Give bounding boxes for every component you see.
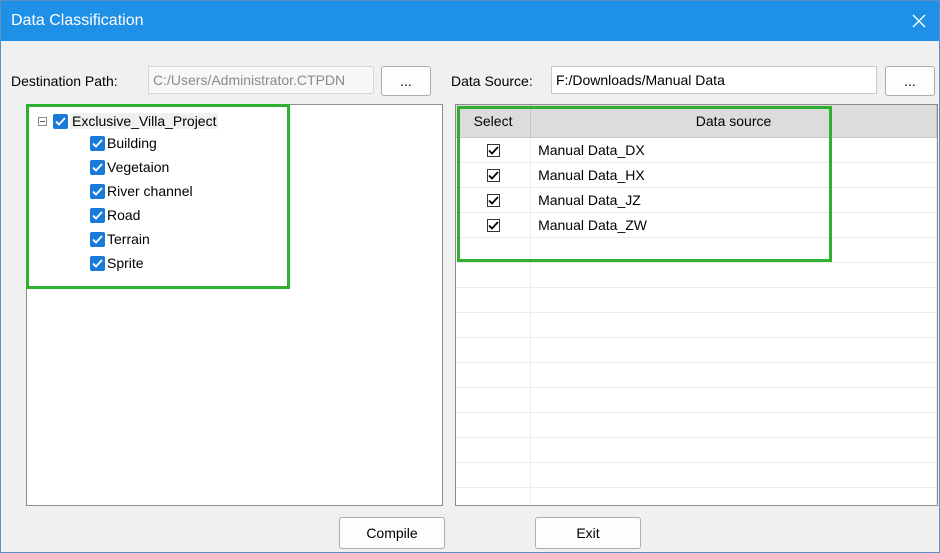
data-source-cell: Manual Data_DX — [530, 137, 937, 163]
select-cell[interactable] — [456, 187, 532, 213]
empty-cell — [530, 362, 937, 388]
empty-cell — [530, 412, 937, 438]
row-checkbox[interactable] — [486, 144, 500, 157]
collapse-icon[interactable] — [38, 116, 47, 126]
destination-path-label: Destination Path: — [11, 73, 118, 89]
compile-button[interactable]: Compile — [339, 517, 445, 549]
empty-cell — [530, 487, 937, 505]
empty-cell — [530, 387, 937, 413]
column-header-data-source[interactable]: Data source — [530, 105, 937, 138]
empty-cell — [530, 237, 937, 263]
tree-item[interactable]: Sprite — [90, 252, 144, 274]
data-source-cell: Manual Data_ZW — [530, 212, 937, 238]
checkbox-icon[interactable] — [90, 183, 105, 199]
tree-item[interactable]: Terrain — [90, 228, 150, 250]
close-icon — [912, 14, 926, 28]
layer-tree-panel[interactable]: Exclusive_Villa_Project Building Vegetaio… — [26, 104, 443, 506]
data-source-table-panel[interactable]: Select Data source Manual Data_DX Manual … — [455, 104, 938, 506]
select-cell[interactable] — [456, 212, 532, 238]
checkbox-icon[interactable] — [90, 159, 105, 175]
tree-item[interactable]: Vegetaion — [90, 156, 169, 178]
data-source-label: Data Source: — [451, 73, 533, 89]
empty-cell — [530, 462, 937, 488]
table-row — [456, 312, 937, 338]
data-source-table: Select Data source Manual Data_DX Manual … — [456, 105, 937, 505]
dialog-window: Data Classification Destination Path: C:… — [0, 0, 940, 553]
table-row — [456, 487, 937, 505]
table-row — [456, 287, 937, 313]
empty-cell — [456, 362, 532, 388]
tree-item[interactable]: River channel — [90, 180, 193, 202]
table-row — [456, 262, 937, 288]
tree-item-label: Building — [107, 135, 157, 151]
row-checkbox[interactable] — [486, 194, 500, 207]
empty-cell — [530, 262, 937, 288]
data-source-field[interactable]: F:/Downloads/Manual Data — [551, 66, 877, 94]
empty-cell — [456, 437, 532, 463]
destination-browse-button[interactable]: ... — [381, 66, 431, 96]
empty-cell — [456, 262, 532, 288]
column-header-select[interactable]: Select — [456, 105, 532, 138]
table-row[interactable]: Manual Data_JZ — [456, 187, 937, 213]
checkbox-icon[interactable] — [90, 135, 105, 151]
empty-cell — [456, 462, 532, 488]
tree-item[interactable]: Road — [90, 204, 140, 226]
select-cell[interactable] — [456, 137, 532, 163]
tree-item-label: Vegetaion — [107, 159, 170, 175]
row-checkbox[interactable] — [486, 219, 500, 232]
tree-root-label: Exclusive_Villa_Project — [70, 113, 219, 129]
empty-cell — [456, 312, 532, 338]
table-row — [456, 337, 937, 363]
tree-item-label: Sprite — [107, 255, 144, 271]
data-source-browse-button[interactable]: ... — [885, 66, 935, 96]
empty-cell — [530, 437, 937, 463]
table-row — [456, 237, 937, 263]
table-row[interactable]: Manual Data_ZW — [456, 212, 937, 238]
tree-item-label: Road — [107, 207, 141, 223]
table-row — [456, 462, 937, 488]
checkbox-icon[interactable] — [90, 255, 105, 271]
checkbox-icon[interactable] — [90, 231, 105, 247]
tree-item-label: River channel — [107, 183, 193, 199]
destination-path-field[interactable]: C:/Users/Administrator.CTPDN — [148, 66, 374, 94]
table-row[interactable]: Manual Data_HX — [456, 162, 937, 188]
close-button[interactable] — [899, 1, 939, 41]
data-source-cell: Manual Data_HX — [530, 162, 937, 188]
empty-cell — [530, 287, 937, 313]
empty-cell — [456, 287, 532, 313]
empty-cell — [456, 387, 532, 413]
table-row — [456, 437, 937, 463]
empty-cell — [456, 487, 532, 505]
title-bar[interactable]: Data Classification — [1, 1, 939, 41]
data-source-cell: Manual Data_JZ — [530, 187, 937, 213]
table-row — [456, 362, 937, 388]
empty-cell — [530, 312, 937, 338]
tree-item[interactable]: Building — [90, 132, 157, 154]
empty-cell — [456, 237, 532, 263]
select-cell[interactable] — [456, 162, 532, 188]
window-title: Data Classification — [11, 12, 144, 29]
empty-cell — [530, 337, 937, 363]
row-checkbox[interactable] — [486, 169, 500, 182]
exit-button[interactable]: Exit — [535, 517, 641, 549]
checkbox-icon[interactable] — [53, 113, 68, 129]
checkbox-icon[interactable] — [90, 207, 105, 223]
table-body: Manual Data_DX Manual Data_HX Manual Data_… — [456, 137, 937, 505]
table-row[interactable]: Manual Data_DX — [456, 137, 937, 163]
tree-item-label: Terrain — [107, 231, 150, 247]
tree-root-row[interactable]: Exclusive_Villa_Project — [38, 110, 219, 132]
table-row — [456, 412, 937, 438]
table-row — [456, 387, 937, 413]
empty-cell — [456, 337, 532, 363]
empty-cell — [456, 412, 532, 438]
